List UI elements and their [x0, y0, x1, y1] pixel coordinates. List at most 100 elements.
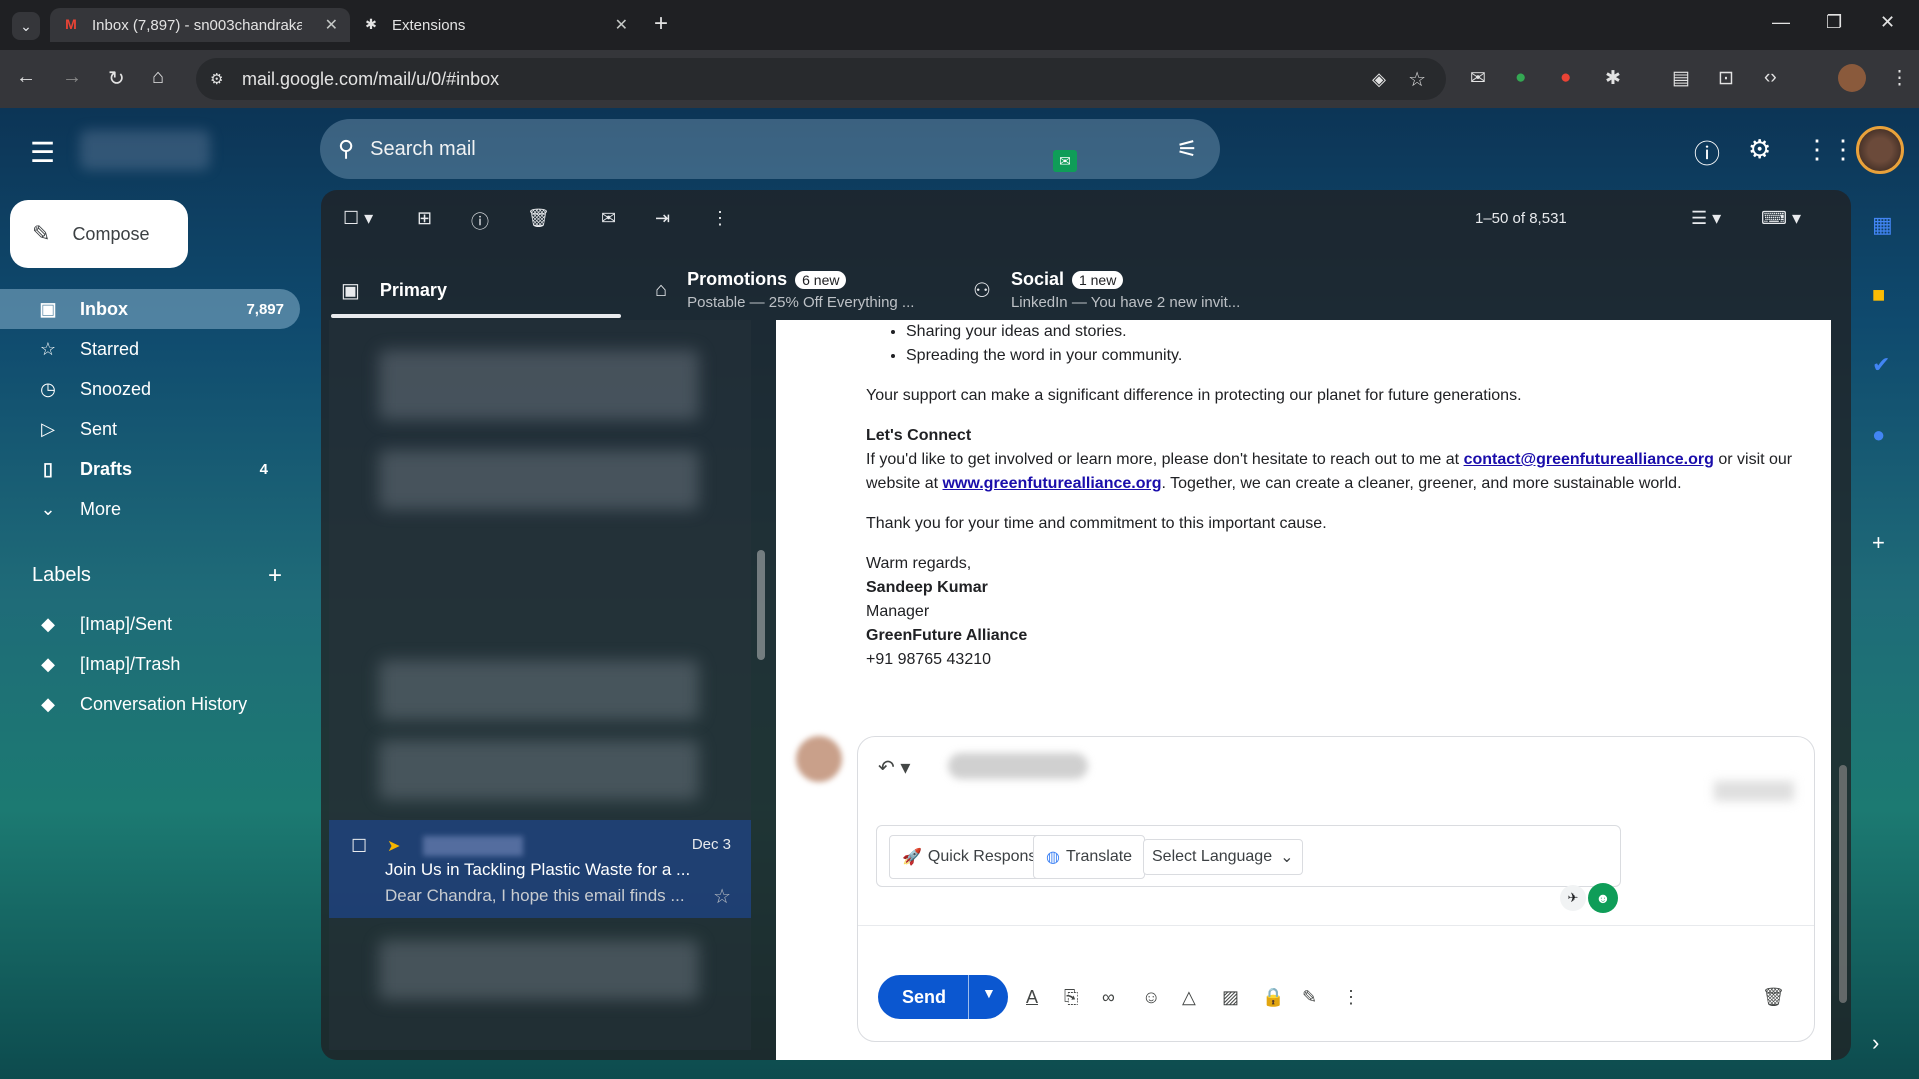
drive-icon[interactable]: △ — [1182, 987, 1196, 1008]
link-icon[interactable]: ∞ — [1102, 987, 1115, 1008]
tasks-icon[interactable]: ✔ — [1872, 352, 1890, 378]
gmail-logo[interactable] — [80, 130, 210, 170]
close-tab-icon[interactable]: ✕ — [615, 15, 628, 35]
sidebar-item-starred[interactable]: ☆ Starred — [0, 329, 300, 369]
label-imap-sent[interactable]: ◆ [Imap]/Sent — [0, 604, 300, 644]
move-to-icon[interactable]: ⇥ — [655, 208, 670, 229]
formatting-icon[interactable]: A — [1026, 987, 1038, 1008]
expand-panel-icon[interactable]: › — [1872, 1030, 1879, 1056]
main-menu-icon[interactable]: ☰ — [30, 136, 55, 169]
add-label-icon[interactable]: + — [268, 562, 282, 590]
lens-icon[interactable]: ◈ — [1372, 69, 1386, 90]
home-icon[interactable]: ⌂ — [152, 66, 164, 89]
restore-icon[interactable]: ❐ — [1826, 12, 1842, 33]
delete-icon[interactable]: 🗑 — [527, 208, 550, 229]
url-field[interactable]: ⚙ mail.google.com/mail/u/0/#inbox ◈ ☆ — [196, 58, 1446, 100]
back-icon[interactable]: ← — [16, 66, 36, 89]
close-window-icon[interactable]: ✕ — [1880, 12, 1895, 33]
select-language-dropdown[interactable]: Select Language ⌄ — [1143, 839, 1303, 875]
record-extension-icon[interactable]: ● — [1560, 67, 1571, 89]
website-link[interactable]: www.greenfuturealliance.org — [942, 475, 1161, 492]
site-info-icon[interactable]: ⚙ — [210, 70, 223, 88]
sidebar-item-sent[interactable]: ▷ Sent — [0, 409, 300, 449]
browser-address-bar: ← → ↻ ⌂ ⚙ mail.google.com/mail/u/0/#inbo… — [0, 50, 1919, 108]
tab-extensions[interactable]: ✱ Extensions ✕ — [350, 8, 640, 42]
tab-promotions[interactable]: ⌂ Promotions 6 new Postable — 25% Off Eve… — [655, 260, 914, 320]
assistant-bot-icon[interactable]: ☻ — [1588, 883, 1618, 913]
contact-email-link[interactable]: contact@greenfuturealliance.org — [1464, 451, 1714, 468]
sidebar-item-snoozed[interactable]: ◷ Snoozed — [0, 369, 300, 409]
archive-icon[interactable]: ⊞ — [417, 208, 432, 229]
calendar-icon[interactable]: ▦ — [1872, 212, 1893, 238]
search-bar[interactable]: ⚲ Search mail ✉ ⚟ — [320, 119, 1220, 179]
reply-compose-box[interactable]: ↶ ▾ 🚀 Quick Response ◍ Translate Select … — [857, 736, 1815, 1042]
more-actions-icon[interactable]: ⋮ — [711, 208, 729, 229]
close-tab-icon[interactable]: ✕ — [325, 15, 338, 35]
split-view-icon[interactable]: ☰ ▾ — [1691, 208, 1721, 229]
confidential-lock-icon[interactable]: 🔒 — [1262, 987, 1284, 1008]
send-button[interactable]: Send ▼ — [878, 975, 1008, 1019]
search-input[interactable]: Search mail — [370, 138, 476, 161]
tab-primary[interactable]: ▣ Primary — [341, 260, 447, 320]
list-scrollbar[interactable] — [757, 550, 765, 660]
mail-extension-icon[interactable]: ✉ — [1470, 67, 1486, 90]
select-all-checkbox[interactable]: ☐ ▾ — [343, 208, 373, 229]
reload-icon[interactable]: ↻ — [108, 66, 125, 91]
list-item[interactable]: ☐ ➤ Dec 3 Join Us in Tackling Plastic Wa… — [329, 820, 751, 918]
labels-heading: Labels — [32, 564, 91, 586]
emoji-icon[interactable]: ☺ — [1142, 987, 1160, 1008]
sidebar-item-inbox[interactable]: ▣ Inbox 7,897 — [0, 289, 300, 329]
translate-button[interactable]: ◍ Translate — [1033, 835, 1146, 879]
screenshot-icon[interactable]: ⊡ — [1718, 67, 1734, 90]
reading-list-icon[interactable]: ▤ — [1672, 67, 1690, 90]
new-tab-icon[interactable]: + — [654, 10, 668, 38]
attach-icon[interactable]: ⎘ — [1064, 987, 1078, 1008]
report-spam-icon[interactable]: ⓘ — [471, 208, 489, 234]
tab-search-button[interactable]: ⌄ — [12, 12, 40, 40]
chrome-extension-icon[interactable]: ● — [1515, 67, 1526, 89]
new-badge: 1 new — [1071, 271, 1124, 289]
account-avatar[interactable] — [1856, 126, 1904, 174]
input-tools-icon[interactable]: ⌨ ▾ — [1761, 208, 1801, 229]
compose-button[interactable]: ✎ Compose — [10, 200, 188, 268]
mark-unread-icon[interactable]: ✉ — [601, 208, 616, 229]
label-imap-trash[interactable]: ◆ [Imap]/Trash — [0, 644, 300, 684]
row-checkbox[interactable]: ☐ — [351, 836, 367, 857]
inbox-icon: ▣ — [341, 279, 360, 302]
more-options-icon[interactable]: ⋮ — [1342, 987, 1360, 1008]
connect-heading: Let's Connect — [866, 427, 972, 444]
reply-type-icon[interactable]: ↶ ▾ — [878, 755, 910, 780]
extensions-puzzle-icon[interactable]: ✱ — [1605, 67, 1621, 90]
apps-grid-icon[interactable]: ⋮⋮ — [1804, 134, 1856, 165]
star-icon[interactable]: ☆ — [713, 884, 731, 909]
devtools-icon[interactable]: ‹› — [1764, 67, 1777, 89]
search-icon[interactable]: ⚲ — [338, 136, 354, 162]
connect-paragraph: If you'd like to get involved or learn m… — [866, 448, 1816, 496]
rocket-badge-icon[interactable]: ✈ — [1560, 885, 1586, 911]
get-addons-icon[interactable]: + — [1872, 530, 1885, 556]
photo-icon[interactable]: ▨ — [1222, 987, 1239, 1008]
reading-pane: Sharing your ideas and stories. Spreadin… — [776, 320, 1831, 1060]
search-options-icon[interactable]: ⚟ — [1176, 135, 1198, 164]
reading-scrollbar[interactable] — [1839, 765, 1847, 1003]
important-marker-icon[interactable]: ➤ — [387, 836, 400, 856]
send-options-icon[interactable]: ▼ — [982, 985, 996, 1001]
bookmark-star-icon[interactable]: ☆ — [1408, 67, 1426, 92]
help-icon[interactable]: ⓘ — [1694, 134, 1720, 171]
sidebar-item-drafts[interactable]: ▯ Drafts 4 — [0, 449, 300, 489]
profile-avatar[interactable] — [1838, 64, 1866, 92]
mail-extension-badge-icon[interactable]: ✉ — [1053, 150, 1077, 172]
keep-icon[interactable]: ■ — [1872, 282, 1885, 308]
forward-icon[interactable]: → — [62, 66, 82, 89]
browser-menu-icon[interactable]: ⋮ — [1890, 67, 1909, 90]
settings-gear-icon[interactable]: ⚙ — [1748, 134, 1771, 165]
discard-draft-icon[interactable]: 🗑 — [1762, 987, 1785, 1008]
tab-social[interactable]: ⚇ Social 1 new LinkedIn — You have 2 new … — [973, 260, 1240, 320]
contacts-icon[interactable]: ● — [1872, 422, 1885, 448]
minimize-icon[interactable]: — — [1772, 12, 1790, 33]
recipient-blurred[interactable] — [948, 753, 1088, 779]
signature-pen-icon[interactable]: ✎ — [1302, 987, 1317, 1008]
label-conversation-history[interactable]: ◆ Conversation History — [0, 684, 300, 724]
tab-gmail-inbox[interactable]: M Inbox (7,897) - sn003chandraka ✕ — [50, 8, 350, 42]
sidebar-item-more[interactable]: ⌄ More — [0, 489, 300, 529]
